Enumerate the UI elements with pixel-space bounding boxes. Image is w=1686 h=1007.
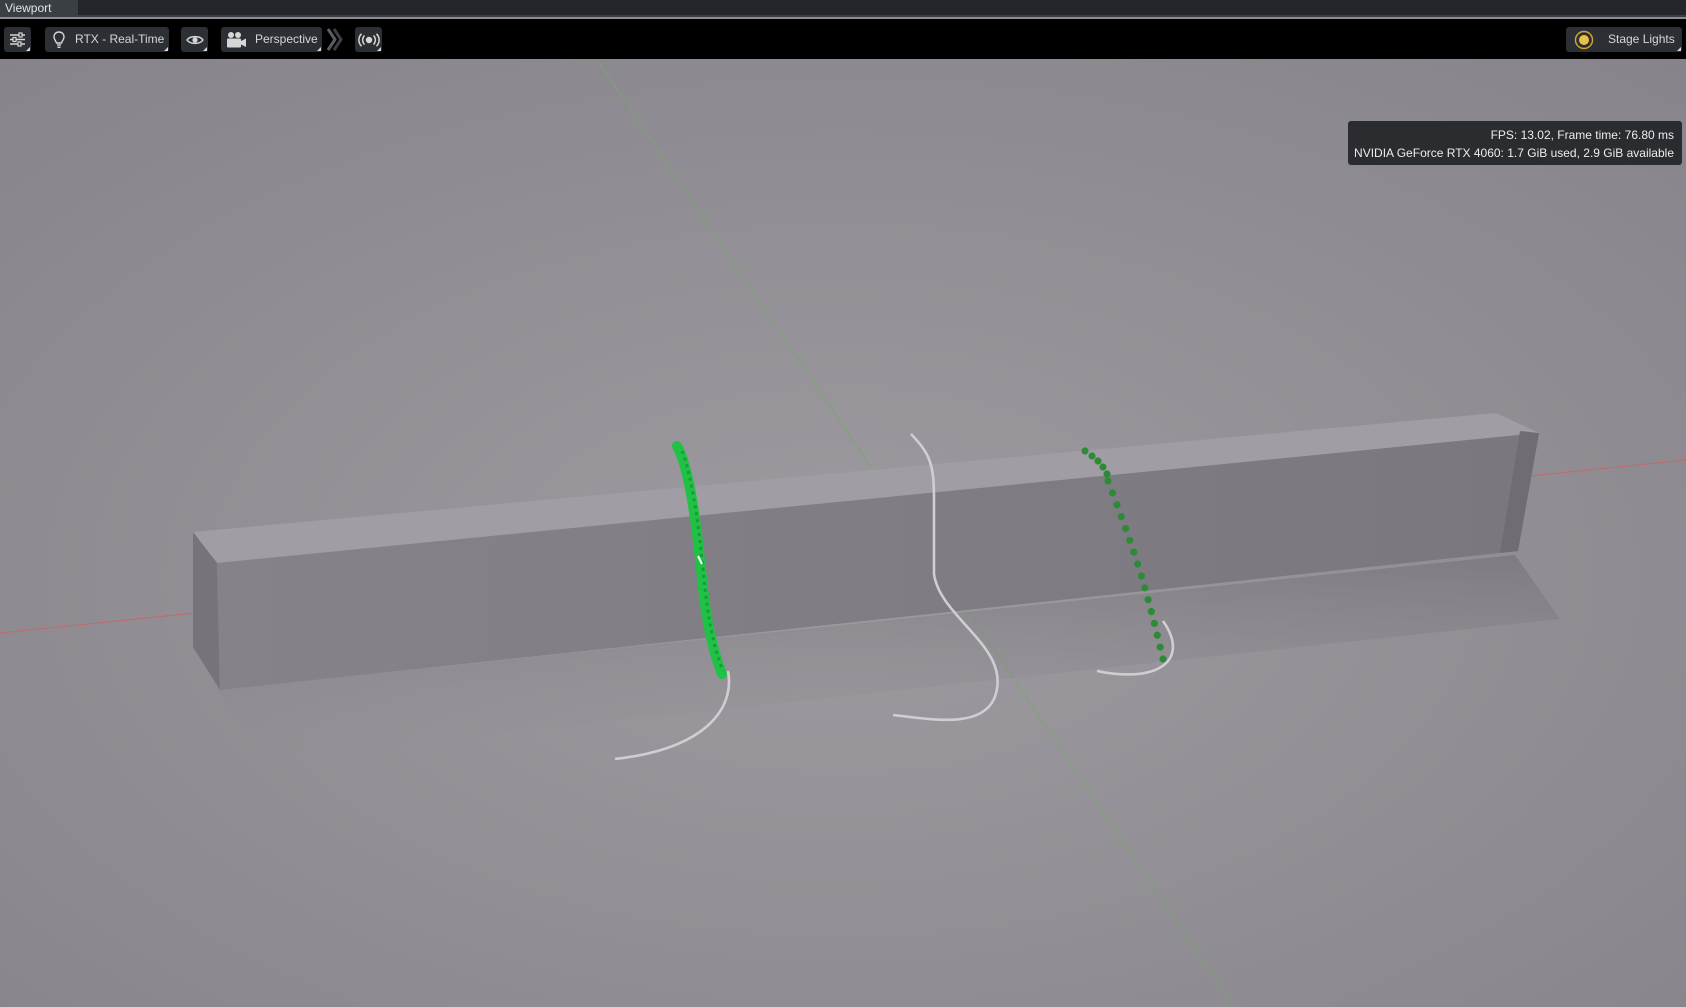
performance-stats-overlay: FPS: 13.02, Frame time: 76.80 ms NVIDIA … xyxy=(1348,121,1682,165)
rope-3-particle xyxy=(1081,447,1089,455)
dropdown-corner-icon xyxy=(26,47,30,51)
viewport-canvas[interactable]: FPS: 13.02, Frame time: 76.80 ms NVIDIA … xyxy=(0,59,1686,1007)
renderer-dropdown[interactable]: RTX - Real-Time xyxy=(45,27,169,52)
rope-3-particle xyxy=(1141,584,1149,592)
rope-3-particle xyxy=(1094,457,1102,465)
rope-3-particle xyxy=(1108,489,1117,497)
chevron-right-icon[interactable] xyxy=(326,27,344,52)
rope-3-particle xyxy=(1150,619,1158,628)
viewport-window: Viewport RTX - Real-Time Perspective Sta… xyxy=(0,0,1686,1007)
tab-bar: Viewport xyxy=(0,0,1686,17)
rope-3-particle xyxy=(1134,560,1142,568)
rope-3-particle xyxy=(1126,536,1134,544)
viewport-toolbar: RTX - Real-Time Perspective Stage Lights xyxy=(0,19,1686,59)
rope-3-particle xyxy=(1147,607,1155,616)
camera-label: Perspective xyxy=(255,32,318,46)
broadcast-icon xyxy=(357,32,380,47)
rope-3-particle xyxy=(1153,631,1161,639)
renderer-label: RTX - Real-Time xyxy=(75,32,165,46)
broadcast-button[interactable] xyxy=(355,27,382,52)
rope-3-particle xyxy=(1144,596,1152,604)
sliders-icon xyxy=(9,32,26,47)
rope-3-particle xyxy=(1122,524,1130,533)
dropdown-corner-icon xyxy=(203,47,207,51)
dropdown-corner-icon xyxy=(377,47,381,51)
rope-3-particle xyxy=(1104,477,1112,485)
eye-icon xyxy=(185,34,204,46)
rope-3-particle xyxy=(1088,452,1096,460)
sun-icon xyxy=(1574,30,1594,50)
rope-3-particle xyxy=(1156,643,1164,651)
rope-3-particle xyxy=(1130,548,1138,556)
dropdown-corner-icon xyxy=(1677,47,1681,51)
lighting-dropdown[interactable]: Stage Lights xyxy=(1566,27,1682,52)
lighting-label: Stage Lights xyxy=(1608,32,1675,46)
fps-readout: FPS: 13.02, Frame time: 76.80 ms xyxy=(1490,128,1674,142)
camera-dropdown[interactable]: Perspective xyxy=(221,27,322,52)
settings-button[interactable] xyxy=(4,27,31,52)
rope-3-particle xyxy=(1117,513,1125,521)
rope-3-particle xyxy=(1103,470,1111,478)
gpu-memory-readout: NVIDIA GeForce RTX 4060: 1.7 GiB used, 2… xyxy=(1354,146,1674,160)
rope-3-particle xyxy=(1113,501,1121,509)
tab-viewport[interactable]: Viewport xyxy=(0,0,78,17)
camera-icon xyxy=(225,31,247,49)
visibility-button[interactable] xyxy=(181,27,208,52)
lightbulb-icon xyxy=(53,30,65,49)
dropdown-corner-icon xyxy=(164,47,168,51)
rope-3-particle xyxy=(1099,463,1107,471)
dropdown-corner-icon xyxy=(317,47,321,51)
rope-3-particle xyxy=(1159,655,1167,663)
rope-3-particle xyxy=(1137,572,1145,580)
